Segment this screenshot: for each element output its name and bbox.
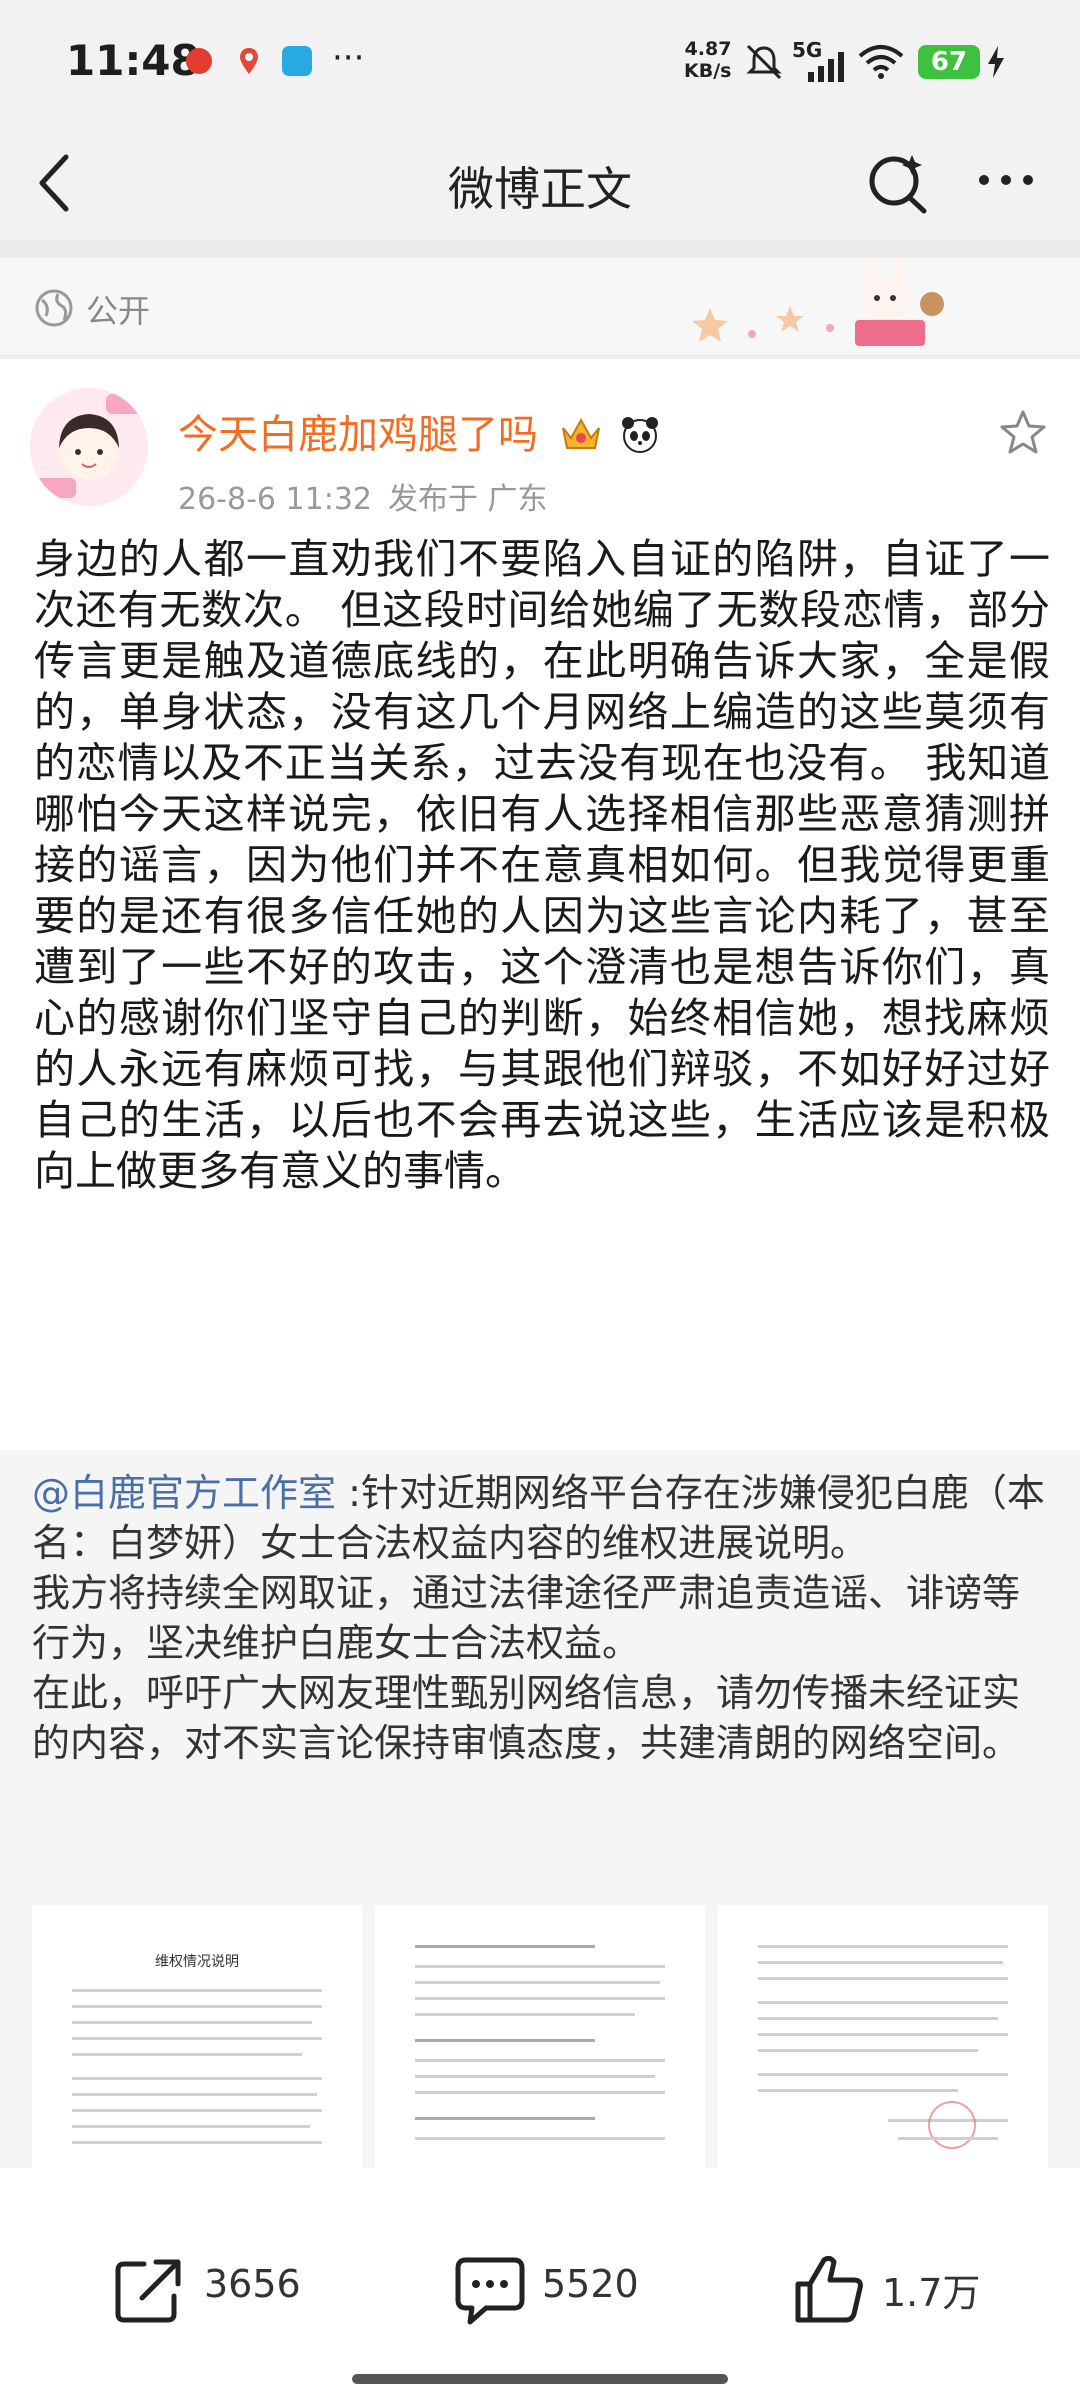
visibility-row: 公开	[0, 258, 1080, 355]
attached-image-3[interactable]	[718, 1905, 1048, 2168]
panda-icon	[622, 417, 659, 453]
visibility-label: 公开	[86, 292, 151, 330]
like-icon	[795, 2255, 863, 2323]
repost-content: @白鹿官方工作室 :针对近期网络平台存在涉嫌侵犯白鹿（本名：白梦妍）女士合法权益…	[32, 1468, 1048, 1768]
attached-image-2[interactable]	[375, 1905, 705, 2168]
weibo-icon	[186, 48, 212, 74]
comment-button[interactable]	[450, 2250, 530, 2330]
more-dots-icon: ···	[332, 38, 365, 78]
section-divider	[0, 240, 1080, 258]
location-pin-icon	[240, 48, 258, 74]
attached-image-1[interactable]: 维权情况说明	[32, 1905, 362, 2168]
repost-line-2: 我方将持续全网取证，通过法律途径严肃追责造谣、诽谤等行为，坚决维护白鹿女士合法权…	[32, 1571, 1021, 1665]
comment-count[interactable]: 5520	[542, 2262, 639, 2306]
app-icon	[282, 46, 312, 76]
nav-bar: 微博正文	[0, 125, 1080, 240]
like-count[interactable]: 1.7万	[882, 2262, 980, 2317]
post-meta: 26-8-6 11:32 发布于 广东	[178, 474, 564, 518]
more-icon[interactable]	[976, 165, 1036, 199]
decorative-banner	[692, 258, 944, 346]
home-indicator[interactable]	[352, 2374, 728, 2384]
mute-icon	[746, 44, 782, 80]
divider	[0, 355, 1080, 359]
like-button[interactable]	[790, 2250, 870, 2330]
official-seal	[928, 2101, 976, 2149]
signal-icon	[808, 52, 844, 82]
share-button[interactable]	[110, 2250, 190, 2330]
author-name[interactable]: 今天白鹿加鸡腿了吗	[178, 402, 661, 460]
repost-author-link[interactable]: @白鹿官方工作室	[32, 1471, 336, 1515]
net-speed: 4.87 KB/s	[684, 38, 732, 82]
post-time: 26-8-6 11:32	[178, 482, 372, 517]
wifi-icon	[858, 45, 904, 79]
repost-card[interactable]: @白鹿官方工作室 :针对近期网络平台存在涉嫌侵犯白鹿（本名：白梦妍）女士合法权益…	[0, 1450, 1080, 2168]
comment-icon	[455, 2257, 525, 2325]
avatar[interactable]	[30, 388, 148, 506]
share-count[interactable]: 3656	[204, 2262, 301, 2306]
repost-line-3: 在此，呼吁广大网友理性甄别网络信息，请勿传播未经证实的内容，对不实言论保持审慎态…	[32, 1671, 1021, 1765]
charging-icon	[988, 46, 1004, 78]
doc-title: 维权情况说明	[155, 1954, 239, 1970]
author-name-text[interactable]: 今天白鹿加鸡腿了吗	[178, 412, 538, 458]
share-icon	[115, 2259, 181, 2323]
post-content: 身边的人都一直劝我们不要陷入自证的陷阱，自证了一次还有无数次。 但这段时间给她编…	[34, 535, 1050, 1195]
search-sparkle-icon[interactable]	[866, 151, 930, 215]
battery-indicator: 67	[918, 45, 980, 79]
status-time: 11:48	[66, 36, 200, 85]
crown-badge-icon	[561, 417, 600, 449]
action-bar: 3656 5520 1.7万	[0, 2168, 1080, 2400]
globe-icon	[35, 289, 73, 327]
post-location: 发布于 广东	[388, 482, 548, 517]
star-icon[interactable]	[998, 408, 1048, 458]
status-bar: 11:48 ··· 4.87 KB/s 5G 67	[0, 0, 1080, 125]
